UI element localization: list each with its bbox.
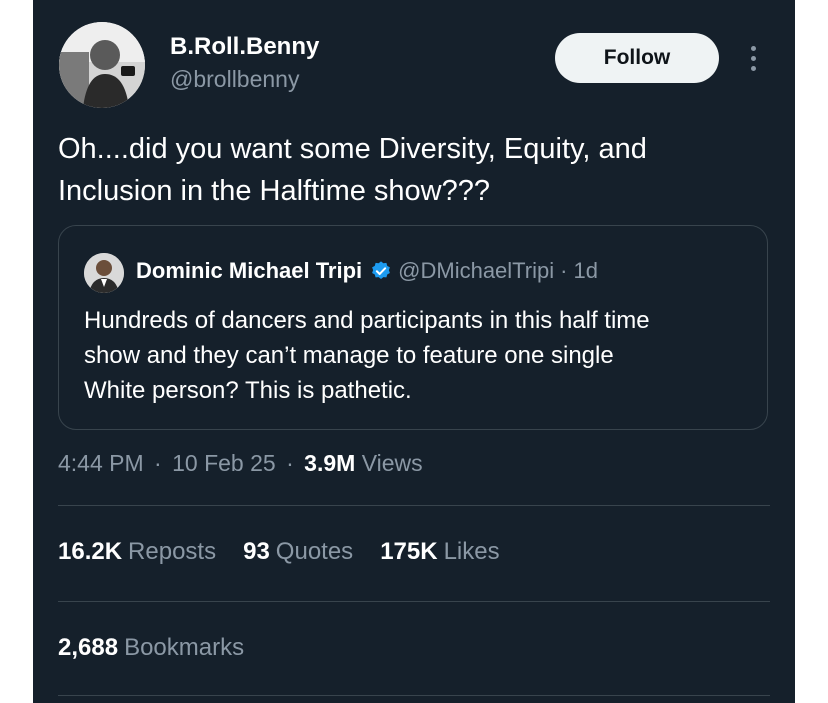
quoted-text-line: White person? This is pathetic. (84, 377, 412, 404)
likes-label: Likes (443, 538, 500, 565)
divider (58, 505, 770, 506)
quoted-text-line: Hundreds of dancers and participants in … (84, 307, 650, 334)
profile-photo-icon (84, 253, 124, 293)
tweet-text-line: Oh....did you want some Diversity, Equit… (58, 133, 647, 165)
bookmarks-count: 2,688 (58, 634, 119, 661)
quoted-header: Dominic Michael Tripi @DMichaelTripi · 1… (136, 258, 598, 284)
quotes-stat[interactable]: 93 Quotes (243, 538, 353, 566)
engagement-stats: 16.2K Reposts 93 Quotes 175K Likes (58, 538, 527, 566)
author-avatar[interactable] (59, 22, 145, 108)
likes-count: 175K (380, 538, 438, 565)
quotes-count: 93 (243, 538, 270, 565)
tweet-text: Oh....did you want some Diversity, Equit… (58, 128, 758, 212)
separator-dot: · (154, 450, 162, 476)
more-vertical-icon[interactable] (738, 38, 768, 78)
quoted-text-line: show and they can’t manage to feature on… (84, 342, 614, 369)
bookmarks-stat[interactable]: 2,688 Bookmarks (58, 634, 244, 662)
follow-button[interactable]: Follow (555, 33, 719, 83)
tweet-text-line: Inclusion in the Halftime show??? (58, 175, 491, 207)
likes-stat[interactable]: 175K Likes (380, 538, 499, 566)
quoted-text: Hundreds of dancers and participants in … (84, 303, 754, 408)
verified-badge-icon (370, 260, 392, 282)
author-name[interactable]: B.Roll.Benny (170, 33, 319, 61)
quoted-author-avatar (84, 253, 124, 293)
profile-photo-icon (59, 22, 145, 108)
quoted-author-handle: @DMichaelTripi (398, 258, 555, 283)
separator-dot: · (560, 258, 568, 283)
quotes-label: Quotes (275, 538, 354, 565)
reposts-label: Reposts (128, 538, 217, 565)
divider (58, 601, 770, 602)
quoted-tweet-card[interactable]: Dominic Michael Tripi @DMichaelTripi · 1… (58, 225, 768, 430)
views-label: Views (361, 450, 423, 476)
divider (58, 695, 770, 696)
tweet-detail-panel: B.Roll.Benny @brollbenny Follow Oh....di… (33, 0, 795, 703)
tweet-meta: 4:44 PM · 10 Feb 25 · 3.9M Views (58, 450, 423, 477)
quoted-author-name: Dominic Michael Tripi (136, 258, 363, 283)
separator-dot: · (286, 450, 294, 476)
tweet-time[interactable]: 4:44 PM (58, 450, 144, 476)
quoted-age: 1d (573, 258, 598, 283)
reposts-count: 16.2K (58, 538, 123, 565)
views-count: 3.9M (304, 450, 356, 476)
tweet-date[interactable]: 10 Feb 25 (172, 450, 276, 476)
bookmarks-label: Bookmarks (124, 634, 245, 661)
reposts-stat[interactable]: 16.2K Reposts (58, 538, 216, 566)
author-handle[interactable]: @brollbenny (170, 66, 299, 93)
